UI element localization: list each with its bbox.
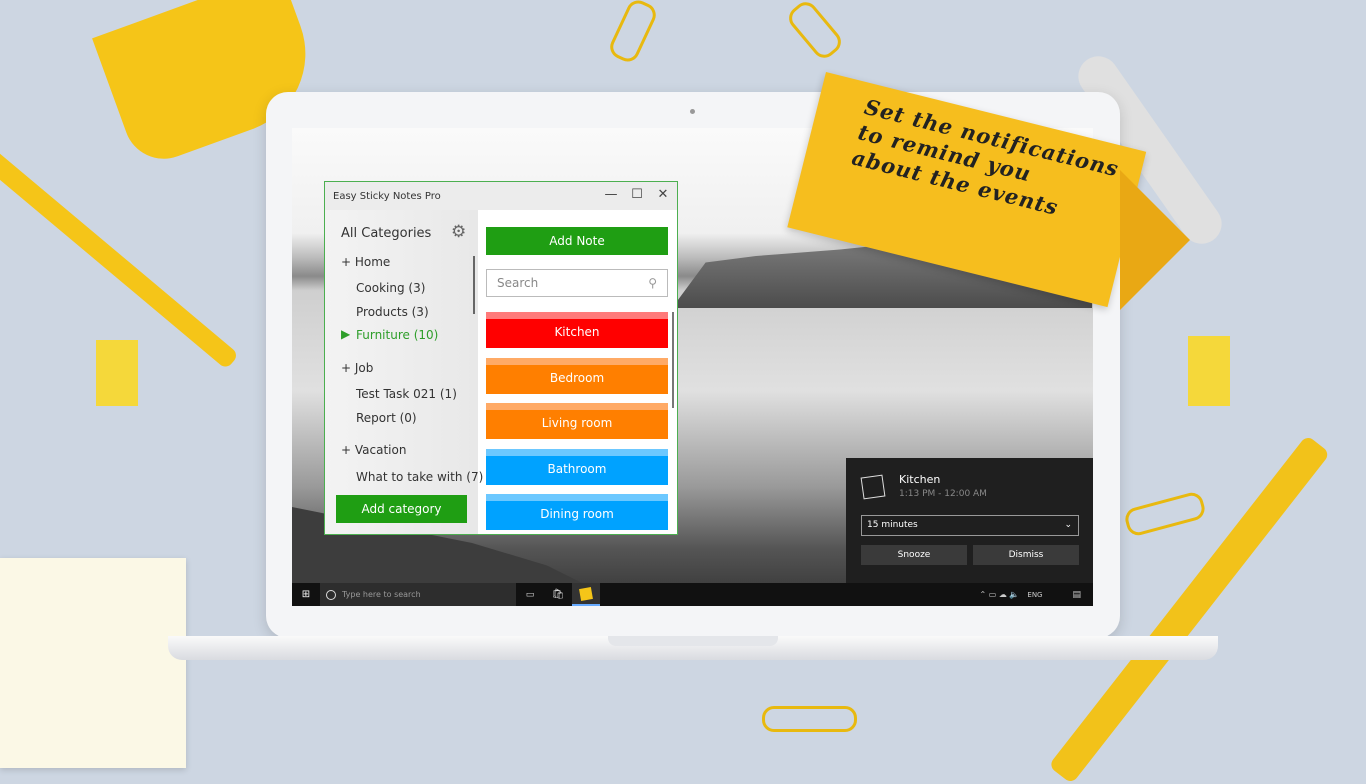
sticky-notes-taskbar-icon[interactable] bbox=[572, 583, 600, 606]
store-icon[interactable]: 🛍 bbox=[544, 589, 572, 600]
category-home[interactable]: + Home bbox=[341, 255, 390, 269]
sidebar-scrollbar[interactable] bbox=[473, 256, 475, 314]
paperclip-decoration bbox=[784, 0, 846, 63]
toast-time: 1:13 PM - 12:00 AM bbox=[899, 489, 987, 499]
subcategory-products[interactable]: Products (3) bbox=[356, 305, 429, 319]
notepad-decoration bbox=[0, 558, 186, 768]
binder-clip-decoration bbox=[96, 340, 138, 406]
add-note-button[interactable]: Add Note bbox=[486, 227, 668, 255]
add-category-button[interactable]: Add category bbox=[336, 495, 467, 523]
language-indicator[interactable]: ENG bbox=[1027, 591, 1042, 599]
title-bar: Easy Sticky Notes Pro — ☐ ✕ bbox=[325, 182, 677, 210]
laptop-notch bbox=[608, 636, 778, 646]
windows-start-icon[interactable]: ⊞ bbox=[292, 589, 320, 600]
search-icon: ⚲ bbox=[648, 276, 657, 290]
snooze-dropdown[interactable]: 15 minutes ⌄ bbox=[861, 515, 1079, 536]
snooze-button[interactable]: Snooze bbox=[861, 545, 967, 565]
note-item[interactable]: Living room bbox=[486, 403, 668, 439]
category-job[interactable]: + Job bbox=[341, 361, 373, 375]
maximize-button[interactable]: ☐ bbox=[627, 187, 647, 202]
sticky-notes-icon bbox=[860, 474, 886, 500]
close-button[interactable]: ✕ bbox=[653, 187, 673, 202]
notification-toast: Kitchen 1:13 PM - 12:00 AM 15 minutes ⌄ … bbox=[846, 458, 1093, 583]
system-tray-icons[interactable]: ⌃ ▭ ☁ 🔈 bbox=[980, 590, 1020, 599]
paperclip-decoration bbox=[1122, 490, 1208, 538]
note-item[interactable]: Kitchen bbox=[486, 312, 668, 348]
search-placeholder: Search bbox=[497, 276, 539, 290]
play-arrow-icon: ▶ bbox=[341, 327, 351, 341]
note-item[interactable]: Bathroom bbox=[486, 448, 668, 485]
subcategory-report[interactable]: Report (0) bbox=[356, 411, 417, 425]
minimize-button[interactable]: — bbox=[601, 187, 621, 202]
app-window: Easy Sticky Notes Pro — ☐ ✕ All Categori… bbox=[324, 181, 678, 535]
subcategory-test-task[interactable]: Test Task 021 (1) bbox=[356, 387, 457, 401]
category-sidebar: All Categories ⚙ + Home Cooking (3) Prod… bbox=[325, 210, 483, 534]
snooze-value: 15 minutes bbox=[867, 520, 918, 530]
task-view-icon[interactable]: ▭ bbox=[516, 590, 544, 600]
subcategory-cooking[interactable]: Cooking (3) bbox=[356, 281, 425, 295]
all-categories-header[interactable]: All Categories bbox=[341, 226, 431, 241]
taskbar-search[interactable]: Type here to search bbox=[320, 583, 516, 606]
webcam bbox=[690, 109, 695, 114]
dismiss-button[interactable]: Dismiss bbox=[973, 545, 1079, 565]
note-item[interactable]: Bedroom bbox=[486, 357, 668, 394]
binder-clip-decoration bbox=[1188, 336, 1230, 406]
toast-title: Kitchen bbox=[899, 473, 941, 486]
category-vacation[interactable]: + Vacation bbox=[341, 443, 406, 457]
paperclip-decoration bbox=[762, 706, 857, 732]
paperclip-decoration bbox=[606, 0, 660, 66]
taskbar-search-placeholder: Type here to search bbox=[342, 590, 421, 599]
search-input[interactable]: Search ⚲ bbox=[486, 269, 668, 297]
cortana-icon bbox=[326, 589, 336, 600]
notes-scrollbar[interactable] bbox=[672, 312, 674, 408]
subcategory-what-to-take[interactable]: What to take with (7) bbox=[356, 470, 483, 484]
note-item[interactable]: Dining room bbox=[486, 494, 668, 530]
taskbar: ⊞ Type here to search ▭ 🛍 ⌃ ▭ ☁ 🔈 ENG ▤ bbox=[292, 583, 1093, 606]
pencil-decoration bbox=[0, 142, 240, 370]
chevron-down-icon: ⌄ bbox=[1064, 520, 1072, 530]
subcategory-furniture[interactable]: Furniture (10) bbox=[356, 328, 438, 342]
window-title: Easy Sticky Notes Pro bbox=[333, 190, 441, 202]
action-center-icon[interactable]: ▤ bbox=[1072, 590, 1081, 600]
gear-icon[interactable]: ⚙ bbox=[451, 222, 466, 242]
